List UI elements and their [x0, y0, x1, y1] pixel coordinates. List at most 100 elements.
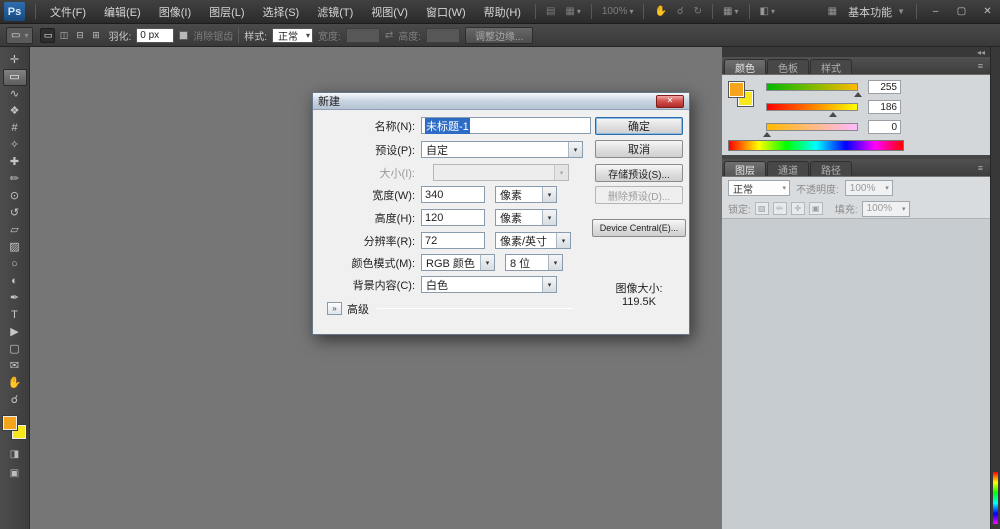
tool-brush[interactable]: ✏	[3, 171, 27, 188]
ok-button[interactable]: 确定	[595, 117, 683, 135]
blend-mode-select[interactable]: 正常▾	[728, 180, 790, 196]
photoshop-logo[interactable]: Ps	[4, 2, 25, 21]
screen-mode-toggle-icon[interactable]: ▣	[3, 465, 27, 481]
menu-item-layer[interactable]: 图层(L)	[200, 0, 253, 24]
collapse-dock-icon[interactable]: ◂◂	[977, 48, 985, 57]
color-depth-select[interactable]: 8 位▾	[505, 254, 563, 271]
background-select[interactable]: 白色▾	[421, 276, 557, 293]
height-option-input[interactable]	[426, 28, 460, 43]
menu-item-select[interactable]: 选择(S)	[254, 0, 309, 24]
tab-channels[interactable]: 通道	[767, 161, 809, 176]
tool-gradient[interactable]: ▨	[3, 239, 27, 256]
menu-item-image[interactable]: 图像(I)	[150, 0, 200, 24]
tool-crop[interactable]: #	[3, 120, 27, 137]
tool-zoom[interactable]: ☌	[3, 392, 27, 409]
lock-all-icon[interactable]: ▣	[809, 202, 823, 215]
lock-move-icon[interactable]: ✛	[791, 202, 805, 215]
menu-item-edit[interactable]: 编辑(E)	[95, 0, 150, 24]
width-unit-select[interactable]: 像素▾	[495, 186, 557, 203]
tab-styles[interactable]: 样式	[810, 59, 852, 74]
blue-value[interactable]: 0	[868, 120, 901, 134]
menu-item-help[interactable]: 帮助(H)	[475, 0, 530, 24]
tool-preset-picker[interactable]: ▭▾	[6, 27, 33, 44]
tool-clone-stamp[interactable]: ⊙	[3, 188, 27, 205]
menu-item-filter[interactable]: 滤镜(T)	[308, 0, 362, 24]
resolution-unit-select[interactable]: 像素/英寸▾	[495, 232, 571, 249]
mode-subtract-selection-icon[interactable]: ⊟	[72, 28, 87, 43]
foreground-color-swatch[interactable]	[3, 416, 17, 430]
view-extras-icon[interactable]: ▤	[541, 6, 560, 17]
menu-item-window[interactable]: 窗口(W)	[417, 0, 475, 24]
width-option-input[interactable]	[346, 28, 380, 43]
tool-rect-marquee[interactable]: ▭	[3, 69, 27, 86]
green-value[interactable]: 186	[868, 100, 901, 114]
dialog-titlebar[interactable]: 新建 ✕	[313, 93, 689, 110]
green-slider[interactable]	[766, 103, 858, 111]
tool-type[interactable]: T	[3, 307, 27, 324]
tool-hand[interactable]: ✋	[3, 375, 27, 392]
red-value[interactable]: 255	[868, 80, 901, 94]
height-input[interactable]: 120	[421, 209, 485, 226]
hand-tool-icon[interactable]: ✋	[649, 6, 671, 17]
green-slider-handle[interactable]	[829, 112, 837, 117]
preset-select[interactable]: 自定▾	[421, 141, 583, 158]
advanced-toggle[interactable]: »	[327, 302, 342, 315]
mode-intersect-selection-icon[interactable]: ⊞	[88, 28, 103, 43]
save-preset-button[interactable]: 存储预设(S)...	[595, 164, 683, 182]
swap-dimensions-icon[interactable]: ⇄	[385, 30, 393, 41]
collapsed-panel-strip[interactable]	[990, 47, 1000, 529]
lock-paint-icon[interactable]: ✏	[773, 202, 787, 215]
name-input[interactable]: 未标题-1	[421, 117, 591, 134]
minimize-button[interactable]: –	[923, 4, 948, 19]
panel-menu-icon[interactable]: ≡	[971, 163, 990, 173]
zoom-level-value[interactable]: 100%▾	[597, 6, 639, 17]
tool-lasso[interactable]: ∿	[3, 86, 27, 103]
tool-eyedropper[interactable]: ✧	[3, 137, 27, 154]
arrange-documents-icon[interactable]: ▦▾	[718, 6, 743, 17]
red-slider[interactable]	[766, 83, 858, 91]
tab-swatches[interactable]: 色板	[767, 59, 809, 74]
dialog-close-button[interactable]: ✕	[656, 95, 684, 108]
tab-paths[interactable]: 路径	[810, 161, 852, 176]
maximize-button[interactable]: ▢	[949, 4, 974, 19]
rotate-view-icon[interactable]: ↻	[689, 6, 707, 17]
height-unit-select[interactable]: 像素▾	[495, 209, 557, 226]
panel-foreground-swatch[interactable]	[729, 82, 744, 97]
resolution-input[interactable]: 72	[421, 232, 485, 249]
tool-healing-brush[interactable]: ✚	[3, 154, 27, 171]
tool-blur[interactable]: ○	[3, 256, 27, 273]
tool-pen[interactable]: ✒	[3, 290, 27, 307]
style-select[interactable]: 正常▾	[272, 28, 313, 43]
red-slider-handle[interactable]	[854, 92, 862, 97]
color-spectrum-ramp[interactable]	[728, 140, 904, 151]
quick-mask-icon[interactable]: ◨	[3, 446, 27, 462]
tool-history-brush[interactable]: ↺	[3, 205, 27, 222]
workspace-switcher[interactable]: 基本功能▼	[842, 4, 911, 20]
width-input[interactable]: 340	[421, 186, 485, 203]
blue-slider[interactable]	[766, 123, 858, 131]
device-central-button[interactable]: Device Central(E)...	[592, 219, 686, 237]
close-window-button[interactable]: ✕	[975, 4, 1000, 19]
tool-eraser[interactable]: ▱	[3, 222, 27, 239]
menu-item-file[interactable]: 文件(F)	[41, 0, 95, 24]
tab-color[interactable]: 颜色	[724, 59, 766, 74]
panel-menu-icon[interactable]: ≡	[971, 61, 990, 71]
tool-path-selection[interactable]: ▶	[3, 324, 27, 341]
tool-shape[interactable]: ▢	[3, 341, 27, 358]
tool-quick-selection[interactable]: ❖	[3, 103, 27, 120]
tool-move[interactable]: ✛	[3, 52, 27, 69]
lock-transparent-icon[interactable]: ▨	[755, 202, 769, 215]
menu-item-view[interactable]: 视图(V)	[362, 0, 417, 24]
tab-layers[interactable]: 图层	[724, 161, 766, 176]
blue-slider-handle[interactable]	[763, 132, 771, 137]
tool-notes[interactable]: ✉	[3, 358, 27, 375]
refine-edge-button[interactable]: 调整边缘...	[465, 27, 533, 44]
grid-icon[interactable]: ▦▾	[560, 6, 585, 17]
color-mode-select[interactable]: RGB 颜色▾	[421, 254, 495, 271]
antialias-checkbox[interactable]	[179, 31, 188, 40]
tool-dodge[interactable]: ◐	[3, 273, 27, 290]
zoom-tool-icon[interactable]: ☌	[672, 6, 689, 17]
mode-add-selection-icon[interactable]: ◫	[56, 28, 71, 43]
feather-input[interactable]: 0 px	[136, 28, 174, 43]
cancel-button[interactable]: 取消	[595, 140, 683, 158]
